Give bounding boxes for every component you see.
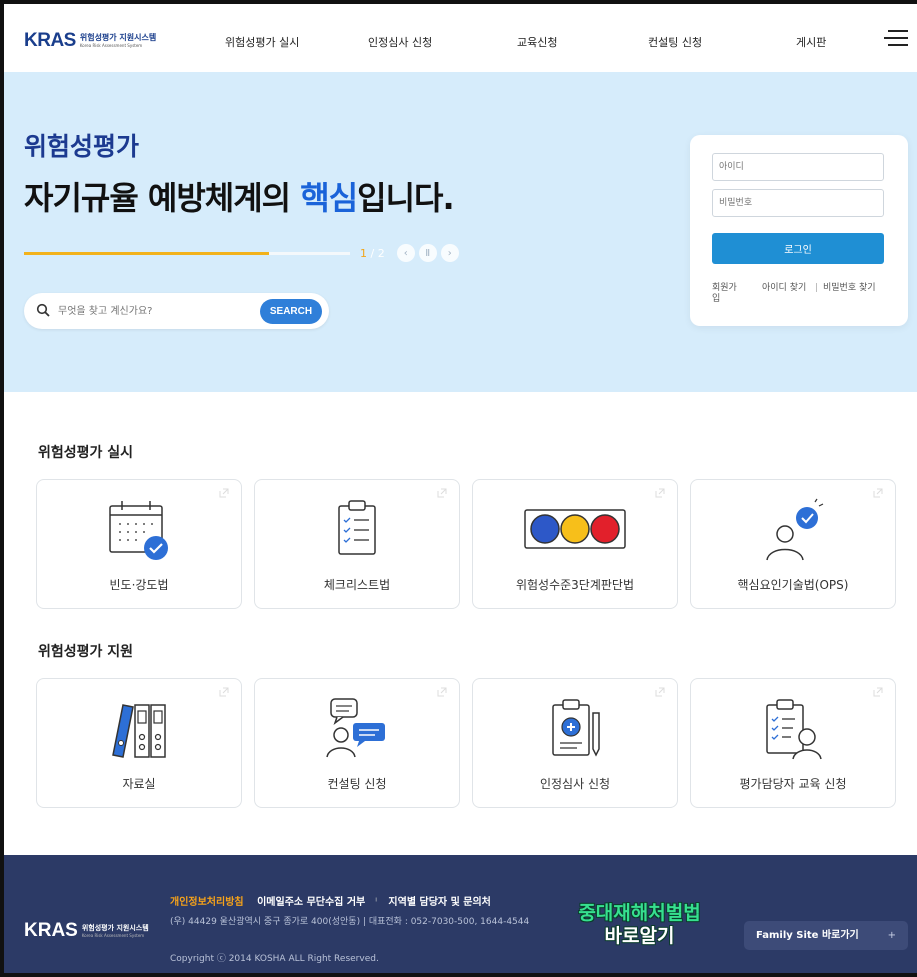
card-label: 컨설팅 신청 bbox=[327, 777, 387, 791]
prev-slide-icon[interactable]: ‹ bbox=[396, 244, 415, 262]
footer-logo-english: Korea Risk Assessment System bbox=[81, 932, 145, 938]
card-label: 인정심사 신청 bbox=[539, 777, 611, 791]
top-header: KRAS 위험성평가 지원시스템 Korea Risk Assessment S… bbox=[0, 0, 917, 72]
nav-certification[interactable]: 인정심사 신청 bbox=[368, 34, 432, 50]
banner-line1: 중대재해처벌법 bbox=[578, 902, 701, 924]
footer-logo-subtitle: 위험성평가 지원시스템 Korea Risk Assessment System bbox=[81, 923, 149, 938]
external-link-icon bbox=[219, 687, 229, 697]
clipboard-person-icon bbox=[766, 699, 822, 760]
card-label: 체크리스트법 bbox=[323, 578, 391, 592]
calendar-check-icon bbox=[109, 501, 168, 560]
search-input[interactable] bbox=[58, 301, 258, 321]
footer-address: (우) 44429 울산광역시 중구 종가로 400(성안동) | 대표전화 :… bbox=[170, 917, 530, 927]
card-label: 핵심요인기술법(OPS) bbox=[737, 578, 849, 592]
external-link-icon bbox=[219, 488, 229, 498]
section-title-assessment: 위험성평가 실시 bbox=[38, 445, 134, 461]
pager-counter: 1 / 2 bbox=[360, 247, 385, 260]
card-ops[interactable]: 핵심요인기술법(OPS) bbox=[690, 479, 896, 609]
slide-pager: 1 / 2 ‹ Ⅱ › bbox=[360, 244, 459, 262]
footer-logo-korean: 위험성평가 지원시스템 bbox=[81, 923, 149, 932]
link-divider: | bbox=[815, 283, 819, 293]
banner-line2: 바로알기 bbox=[604, 925, 675, 947]
external-link-icon bbox=[437, 687, 447, 697]
card-label: 위험성수준3단계판단법 bbox=[515, 578, 635, 592]
headline-after: 입니다. bbox=[357, 179, 454, 217]
section-title-support: 위험성평가 지원 bbox=[38, 644, 134, 660]
email-refusal-link[interactable]: 이메일주소 무단수집 거부 bbox=[257, 897, 365, 908]
nav-consulting[interactable]: 컨설팅 신청 bbox=[648, 34, 702, 50]
kras-logo[interactable]: KRAS 위험성평가 지원시스템 Korea Risk Assessment S… bbox=[24, 30, 156, 52]
search-bar: SEARCH bbox=[24, 293, 329, 329]
logo-subtitle: 위험성평가 지원시스템 Korea Risk Assessment System bbox=[80, 34, 156, 48]
find-id-link[interactable]: 아이디 찾기 bbox=[762, 283, 814, 294]
footer: 개인정보처리방침 이메일주소 무단수집 거부 ˡ 지역별 담당자 및 문의처 KR… bbox=[0, 855, 917, 977]
family-site-label: Family Site 바로가기 bbox=[756, 930, 859, 941]
clipboard-certificate-icon bbox=[552, 699, 600, 757]
footer-link-divider: ˡ bbox=[375, 897, 377, 908]
logo-korean: 위험성평가 지원시스템 bbox=[79, 33, 157, 42]
external-link-icon bbox=[655, 687, 665, 697]
footer-links: 개인정보처리방침 이메일주소 무단수집 거부 ˡ 지역별 담당자 및 문의처 bbox=[170, 893, 501, 908]
hero-headline: 자기규율 예방체계의 핵심입니다. bbox=[24, 173, 455, 219]
card-three-level[interactable]: 위험성수준3단계판단법 bbox=[472, 479, 678, 609]
serious-accident-law-banner[interactable]: 중대재해처벌법 바로알기 bbox=[562, 902, 717, 954]
slide-progress-fill bbox=[24, 252, 269, 255]
person-check-icon bbox=[766, 498, 824, 561]
card-assessor-education[interactable]: 평가담당자 교육 신청 bbox=[690, 678, 896, 808]
headline-before: 자기규율 예방체계의 bbox=[24, 179, 301, 217]
headline-accent: 핵심 bbox=[300, 179, 358, 217]
login-panel: 로그인 회원가입 아이디 찾기 | 비밀번호 찾기 bbox=[690, 135, 908, 326]
find-password-link[interactable]: 비밀번호 찾기 bbox=[823, 283, 883, 294]
plus-icon: + bbox=[887, 930, 896, 941]
pager-current: 1 bbox=[360, 246, 367, 260]
card-certification[interactable]: 인정심사 신청 bbox=[472, 678, 678, 808]
footer-logo: KRAS 위험성평가 지원시스템 Korea Risk Assessment S… bbox=[24, 920, 149, 942]
card-library[interactable]: 자료실 bbox=[36, 678, 242, 808]
nav-risk-assessment[interactable]: 위험성평가 실시 bbox=[225, 34, 299, 50]
footer-logo-mark: KRAS bbox=[24, 920, 78, 941]
traffic-light-icon bbox=[524, 509, 626, 549]
logo-english: Korea Risk Assessment System bbox=[79, 43, 143, 48]
card-label: 자료실 bbox=[122, 777, 156, 791]
footer-copyright: Copyright ⓒ 2014 KOSHA ALL Right Reserve… bbox=[170, 954, 379, 964]
external-link-icon bbox=[873, 687, 883, 697]
hero-eyebrow: 위험성평가 bbox=[24, 132, 140, 161]
external-link-icon bbox=[655, 488, 665, 498]
card-frequency-intensity[interactable]: 빈도·강도법 bbox=[36, 479, 242, 609]
regional-contact-link[interactable]: 지역별 담당자 및 문의처 bbox=[388, 897, 490, 908]
logo-mark: KRAS bbox=[24, 30, 76, 51]
pager-total: / 2 bbox=[367, 246, 385, 260]
next-slide-icon[interactable]: › bbox=[440, 244, 459, 262]
binders-icon bbox=[112, 704, 166, 758]
nav-board[interactable]: 게시판 bbox=[796, 34, 826, 50]
id-field[interactable] bbox=[712, 153, 884, 181]
privacy-policy-link[interactable]: 개인정보처리방침 bbox=[170, 897, 244, 908]
consulting-chat-icon bbox=[326, 698, 385, 758]
external-link-icon bbox=[437, 488, 447, 498]
external-link-icon bbox=[873, 488, 883, 498]
card-label: 빈도·강도법 bbox=[109, 578, 169, 592]
nav-education[interactable]: 교육신청 bbox=[517, 34, 557, 50]
pause-icon[interactable]: Ⅱ bbox=[418, 244, 437, 262]
family-site-select[interactable]: Family Site 바로가기 + bbox=[744, 921, 908, 950]
card-checklist[interactable]: 체크리스트법 bbox=[254, 479, 460, 609]
search-button[interactable]: SEARCH bbox=[260, 299, 322, 324]
password-field[interactable] bbox=[712, 189, 884, 217]
slide-progress-bar bbox=[24, 252, 350, 255]
menu-icon[interactable] bbox=[884, 30, 908, 48]
login-button[interactable]: 로그인 bbox=[712, 233, 884, 264]
card-consulting[interactable]: 컨설팅 신청 bbox=[254, 678, 460, 808]
signup-link[interactable]: 회원가입 bbox=[712, 283, 740, 305]
clipboard-checklist-icon bbox=[338, 500, 376, 555]
search-icon bbox=[36, 303, 50, 317]
card-label: 평가담당자 교육 신청 bbox=[739, 777, 847, 791]
